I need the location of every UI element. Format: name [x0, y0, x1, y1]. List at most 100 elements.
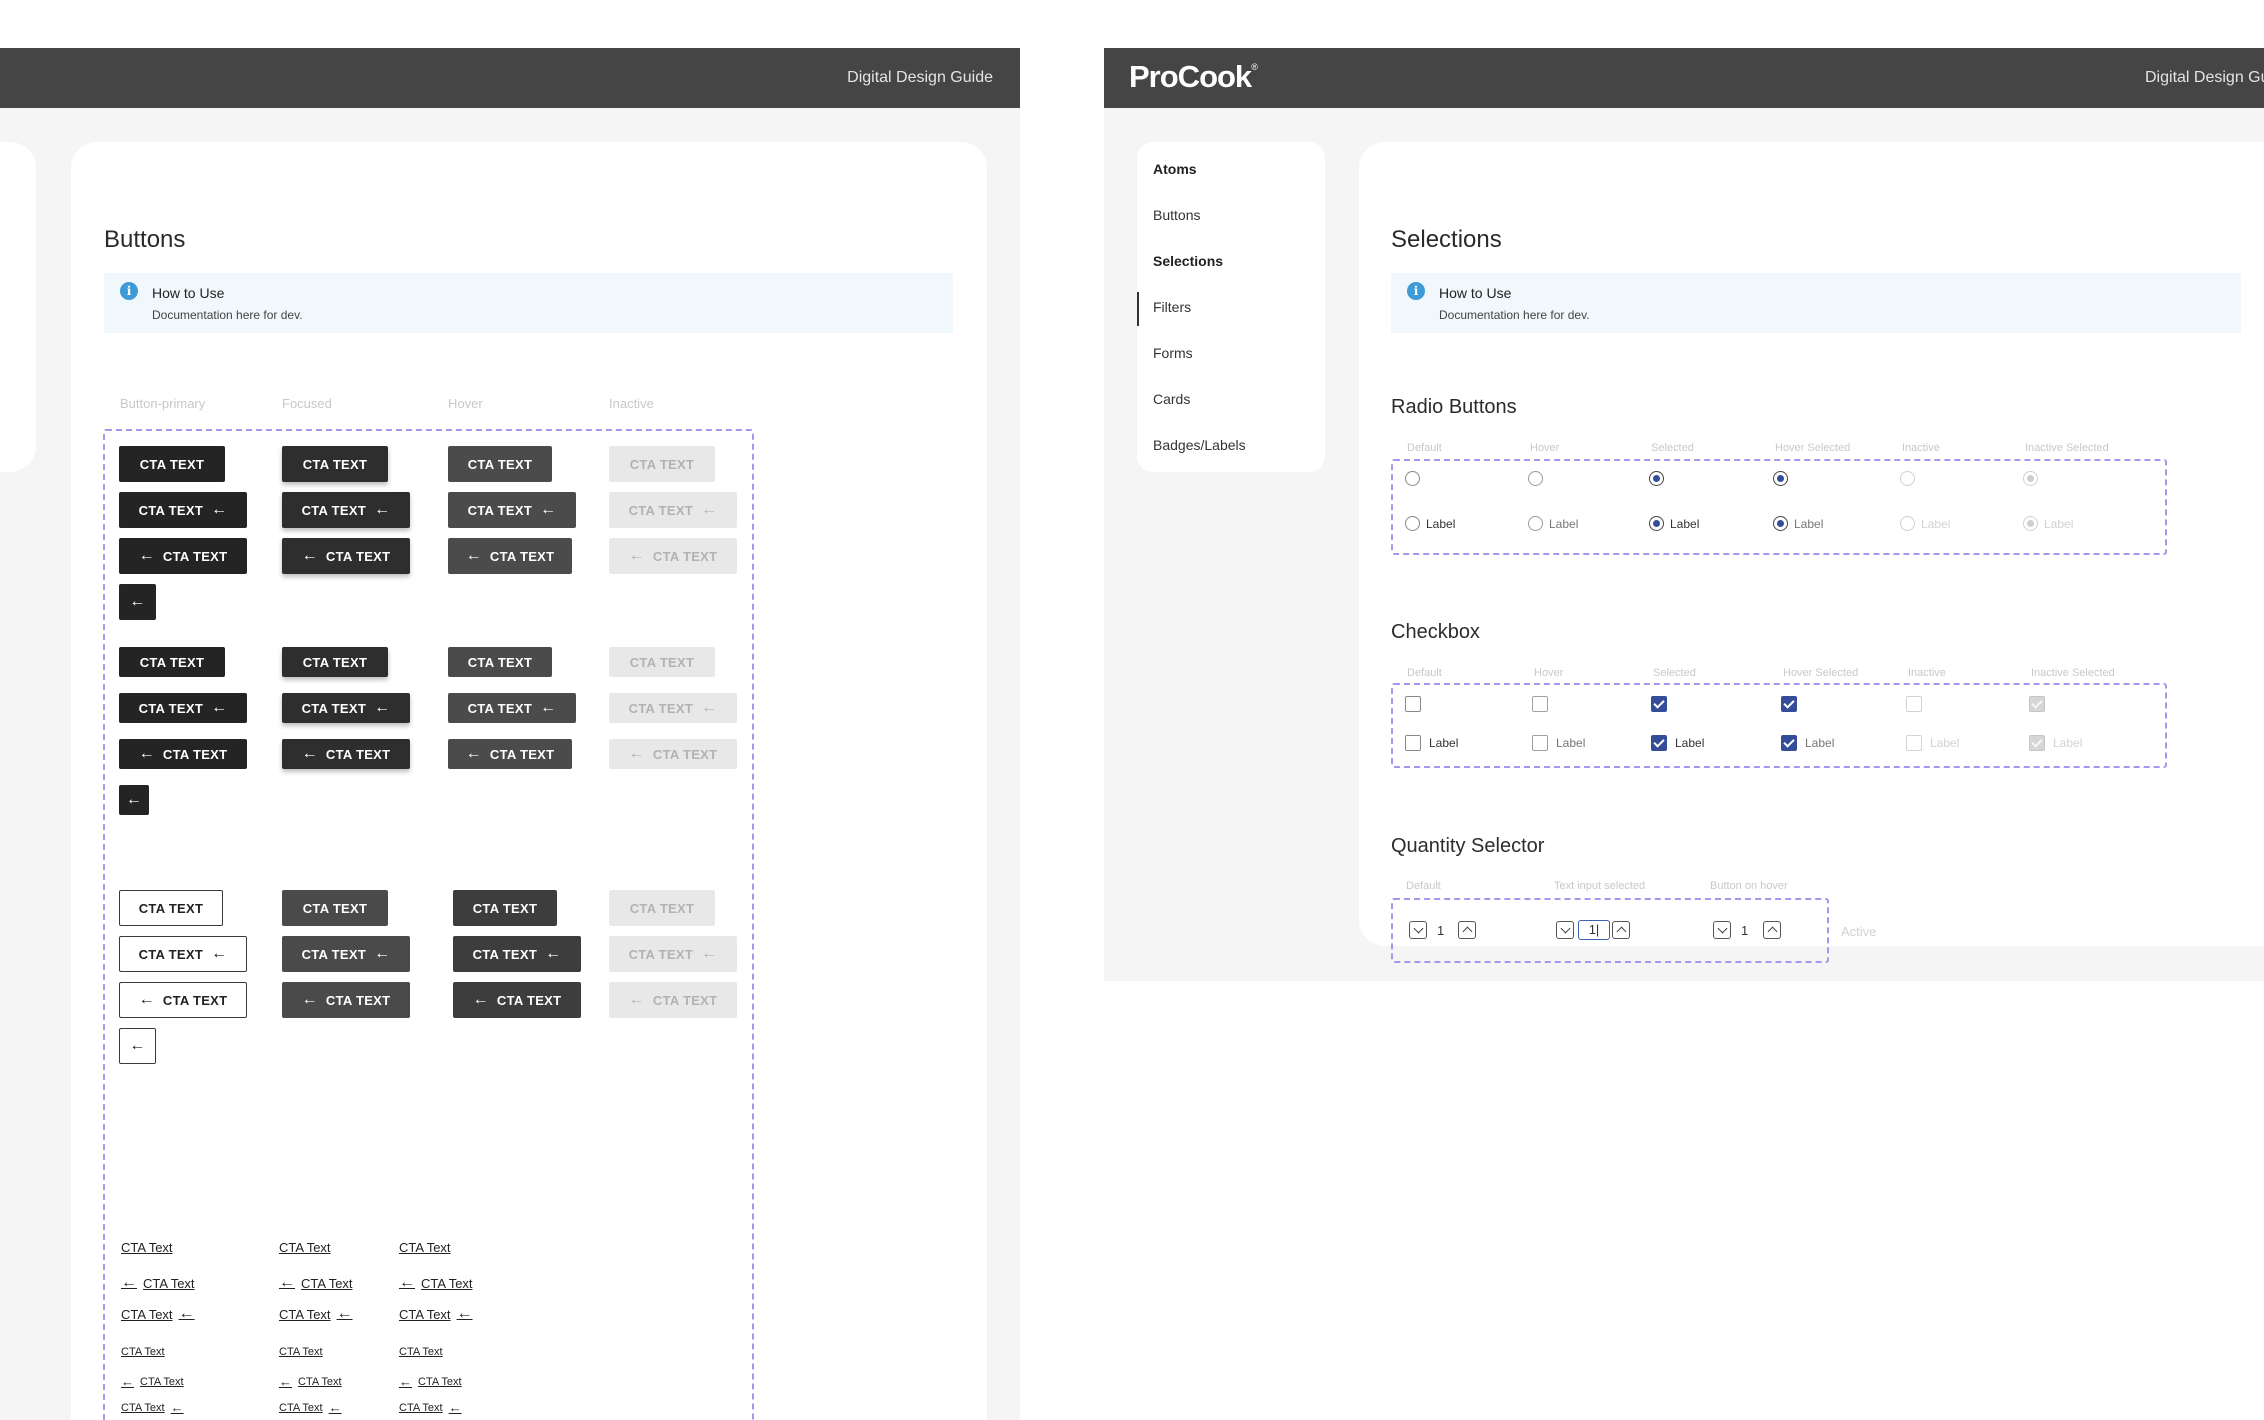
cta-button[interactable]: CTA TEXT ← [282, 492, 410, 528]
quantity-decrease-button[interactable] [1409, 921, 1427, 939]
cta-button[interactable]: CTA TEXT [282, 647, 388, 677]
cta-button[interactable]: CTA TEXT [448, 446, 552, 482]
cta-link[interactable]: CTA Text ← [121, 1400, 184, 1415]
cta-link[interactable]: CTA Text [399, 1240, 451, 1255]
checkbox[interactable] [1651, 696, 1667, 712]
cta-button[interactable]: CTA TEXT ← [119, 492, 247, 528]
cta-button[interactable]: CTA TEXT [453, 890, 557, 926]
radio-button[interactable] [1528, 471, 1543, 486]
quantity-increase-button[interactable] [1612, 921, 1630, 939]
cta-button[interactable]: ← CTA TEXT [448, 739, 572, 769]
checkbox[interactable] [1651, 735, 1667, 751]
cta-button[interactable]: ← CTA TEXT [448, 538, 572, 574]
column-header: Default [1407, 667, 1442, 679]
radio-button[interactable] [2023, 516, 2038, 531]
cta-link[interactable]: ← CTA Text [121, 1274, 195, 1292]
quantity-increase-button[interactable] [1763, 921, 1781, 939]
cta-link[interactable]: CTA Text ← [399, 1305, 473, 1323]
column-header: Hover [1534, 667, 1564, 679]
icon-button[interactable]: ← [119, 785, 149, 815]
cta-link[interactable]: CTA Text ← [279, 1400, 342, 1415]
radio-button[interactable] [1900, 516, 1915, 531]
cta-link[interactable]: ← CTA Text [399, 1374, 462, 1389]
radio-button[interactable] [2023, 471, 2038, 486]
cta-link[interactable]: ← CTA Text [279, 1274, 353, 1292]
cta-button[interactable]: CTA TEXT [119, 890, 223, 926]
quantity-decrease-button[interactable] [1556, 921, 1574, 939]
radio-button[interactable] [1405, 471, 1420, 486]
quantity-increase-button[interactable] [1458, 921, 1476, 939]
cta-button[interactable]: ← CTA TEXT [453, 982, 581, 1018]
icon-button[interactable]: ← [119, 1028, 156, 1064]
cta-link[interactable]: CTA Text ← [121, 1305, 195, 1323]
cta-button[interactable]: ← CTA TEXT [282, 538, 410, 574]
checkbox[interactable] [1906, 696, 1922, 712]
checkbox[interactable] [2029, 696, 2045, 712]
cta-button[interactable]: CTA TEXT [609, 890, 715, 926]
nav-item-buttons[interactable]: Buttons [1153, 207, 1200, 223]
cta-button[interactable]: ← CTA TEXT [609, 538, 737, 574]
radio-button[interactable] [1528, 516, 1543, 531]
nav-item-badges-labels[interactable]: Badges/Labels [1153, 437, 1246, 453]
cta-button[interactable]: CTA TEXT ← [609, 693, 737, 723]
cta-link[interactable]: CTA Text [121, 1346, 165, 1358]
cta-button[interactable]: ← CTA TEXT [609, 982, 737, 1018]
nav-item-selections[interactable]: Selections [1153, 253, 1223, 269]
cta-link[interactable]: ← CTA Text [399, 1274, 473, 1292]
cta-button[interactable]: CTA TEXT ← [609, 936, 737, 972]
cta-button[interactable]: CTA TEXT [609, 446, 715, 482]
nav-item-forms[interactable]: Forms [1153, 345, 1193, 361]
checkbox[interactable] [1532, 696, 1548, 712]
radio-button[interactable] [1649, 516, 1664, 531]
cta-link[interactable]: CTA Text ← [279, 1305, 353, 1323]
nav-item-cards[interactable]: Cards [1153, 391, 1190, 407]
nav-item-filters[interactable]: Filters [1153, 299, 1191, 315]
column-header: Button-primary [120, 396, 206, 411]
radio-button[interactable] [1773, 516, 1788, 531]
checkbox[interactable] [1405, 696, 1421, 712]
cta-button[interactable]: CTA TEXT [282, 446, 388, 482]
cta-link[interactable]: ← CTA Text [279, 1374, 342, 1389]
quantity-decrease-button[interactable] [1713, 921, 1731, 939]
checkbox[interactable] [1781, 735, 1797, 751]
checkbox[interactable] [1906, 735, 1922, 751]
cta-button[interactable]: CTA TEXT ← [453, 936, 581, 972]
cta-button[interactable]: CTA TEXT [282, 890, 388, 926]
cta-button[interactable]: CTA TEXT [448, 647, 552, 677]
cta-button[interactable]: ← CTA TEXT [609, 739, 737, 769]
checkbox[interactable] [2029, 735, 2045, 751]
cta-button[interactable]: CTA TEXT ← [119, 936, 247, 972]
arrow-left-icon: ← [374, 699, 391, 716]
radio-button[interactable] [1649, 471, 1664, 486]
cta-link[interactable]: CTA Text [279, 1346, 323, 1358]
cta-button[interactable]: ← CTA TEXT [119, 739, 247, 769]
cta-button[interactable]: ← CTA TEXT [282, 739, 410, 769]
cta-link[interactable]: CTA Text [279, 1240, 331, 1255]
cta-button[interactable]: CTA TEXT ← [609, 492, 737, 528]
radio-button[interactable] [1773, 471, 1788, 486]
nav-item-atoms[interactable]: Atoms [1153, 161, 1197, 177]
arrow-left-icon: ← [336, 1305, 353, 1322]
icon-button[interactable]: ← [119, 584, 156, 620]
cta-button[interactable]: CTA TEXT ← [448, 693, 576, 723]
checkbox[interactable] [1405, 735, 1421, 751]
cta-button[interactable]: CTA TEXT [119, 647, 225, 677]
cta-button[interactable]: CTA TEXT [609, 647, 715, 677]
quantity-input[interactable]: 1| [1578, 920, 1610, 940]
cta-button[interactable]: ← CTA TEXT [119, 538, 247, 574]
cta-button[interactable]: CTA TEXT ← [448, 492, 576, 528]
cta-button[interactable]: CTA TEXT ← [282, 693, 410, 723]
cta-button[interactable]: ← CTA TEXT [119, 982, 247, 1018]
radio-button[interactable] [1900, 471, 1915, 486]
cta-link[interactable]: CTA Text [399, 1346, 443, 1358]
cta-button[interactable]: CTA TEXT ← [119, 693, 247, 723]
cta-link[interactable]: CTA Text [121, 1240, 173, 1255]
cta-button[interactable]: ← CTA TEXT [282, 982, 410, 1018]
cta-button[interactable]: CTA TEXT ← [282, 936, 410, 972]
checkbox[interactable] [1532, 735, 1548, 751]
cta-link[interactable]: CTA Text ← [399, 1400, 462, 1415]
cta-link[interactable]: ← CTA Text [121, 1374, 184, 1389]
radio-button[interactable] [1405, 516, 1420, 531]
checkbox[interactable] [1781, 696, 1797, 712]
cta-button[interactable]: CTA TEXT [119, 446, 225, 482]
